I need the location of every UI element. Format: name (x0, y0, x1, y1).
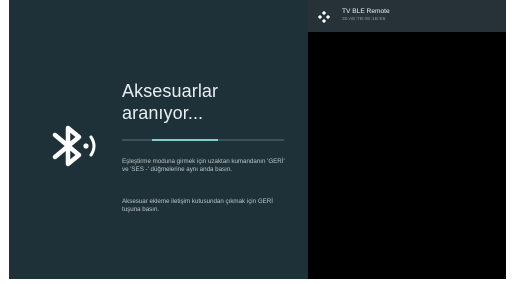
gamepad-icon (317, 10, 331, 24)
device-list: TV BLE Remote 30:AE:7B:0E:1B:E5 (308, 0, 506, 279)
exit-hint: Aksesuar ekleme iletişim kutusundan çıkm… (122, 198, 273, 213)
device-list-item[interactable]: TV BLE Remote 30:AE:7B:0E:1B:E5 (308, 0, 506, 32)
bluetooth-searching-icon (49, 122, 101, 170)
pairing-instruction: Eşleştirme moduna girmek için uzaktan ku… (122, 158, 285, 173)
search-progress-fill (152, 139, 218, 141)
pairing-panel: Aksesuarlar aranıyor... Eşleştirme modun… (9, 0, 308, 279)
tv-screen: Aksesuarlar aranıyor... Eşleştirme modun… (9, 0, 506, 279)
page-title: Aksesuarlar aranıyor... (122, 81, 219, 123)
device-address: 30:AE:7B:0E:1B:E5 (342, 17, 386, 22)
search-progress-bar (122, 139, 284, 141)
pairing-content: Aksesuarlar aranıyor... Eşleştirme modun… (122, 80, 297, 213)
device-name: TV BLE Remote (342, 8, 390, 15)
